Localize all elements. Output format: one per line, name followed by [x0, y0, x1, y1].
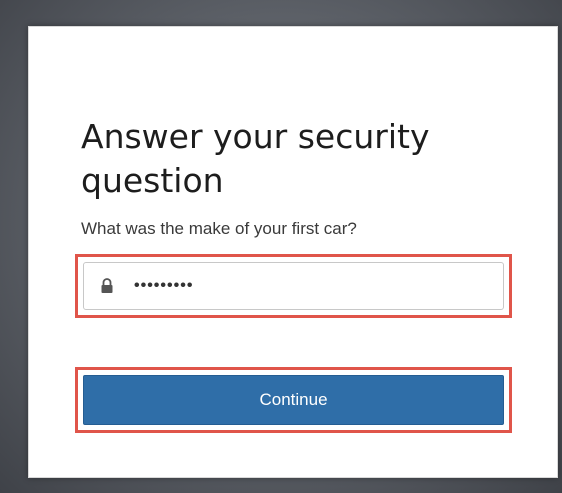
- continue-button-highlight: Continue: [75, 367, 512, 433]
- answer-value: •••••••••: [134, 277, 194, 294]
- lock-icon: [100, 278, 114, 294]
- continue-button[interactable]: Continue: [83, 375, 504, 425]
- security-question-label: What was the make of your first car?: [81, 219, 357, 238]
- security-answer-input[interactable]: •••••••••: [83, 262, 504, 310]
- page-title: Answer your security question: [81, 117, 430, 200]
- answer-field-highlight: •••••••••: [75, 254, 512, 318]
- security-question-dialog: Answer your security question What was t…: [28, 26, 558, 478]
